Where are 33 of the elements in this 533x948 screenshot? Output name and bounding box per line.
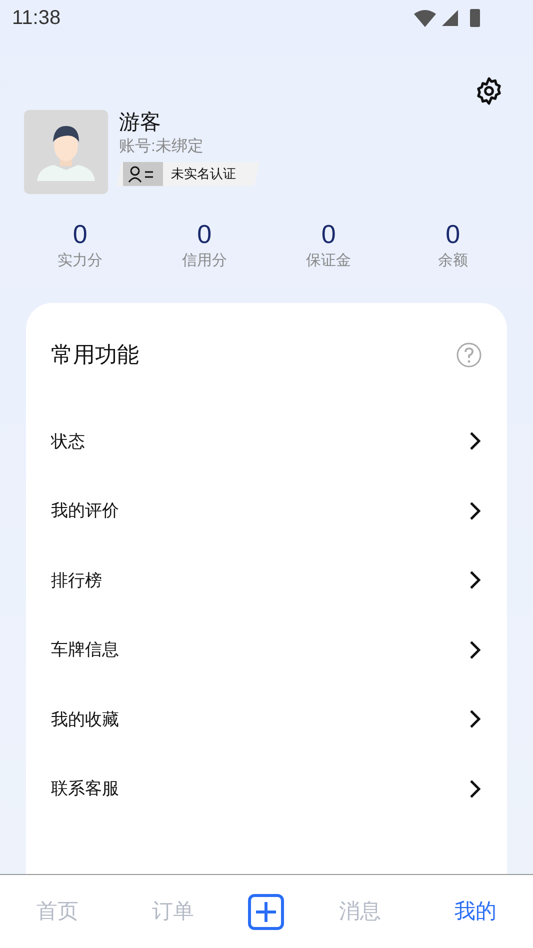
stat-value: 0 <box>72 218 88 250</box>
section-title: 常用功能 <box>51 341 139 369</box>
add-icon[interactable] <box>248 894 284 930</box>
menu-item[interactable]: 车牌信息 <box>26 615 507 684</box>
status-time: 11:38 <box>12 6 61 31</box>
stat-value: 0 <box>446 218 460 250</box>
battery-icon <box>469 8 481 28</box>
stat-value: 0 <box>321 218 336 250</box>
stat-label: 余额 <box>438 251 468 271</box>
menu-item[interactable]: 状态 <box>26 406 507 476</box>
chevron-icon <box>469 570 481 590</box>
chevron-icon <box>469 500 481 521</box>
user-name: 游客 <box>119 110 162 136</box>
menu-item[interactable]: 我的评价 <box>26 476 507 546</box>
stat-value: 0 <box>197 218 212 250</box>
menu-item[interactable]: 联系客服 <box>26 754 507 824</box>
verification-label: 未实名认证 <box>171 165 236 184</box>
help-icon[interactable] <box>456 342 482 368</box>
verification-badge[interactable]: 未实名认证 <box>116 162 260 186</box>
menu-item[interactable]: 排行榜 <box>26 546 507 615</box>
stat-label: 实力分 <box>58 251 103 271</box>
chevron-icon <box>469 778 481 799</box>
wifi-icon <box>413 8 437 28</box>
nav-tab[interactable]: 我的 <box>435 896 516 928</box>
chevron-icon <box>469 709 481 730</box>
chevron-icon <box>469 640 481 660</box>
account-status: 账号:未绑定 <box>119 136 204 157</box>
chevron-icon <box>469 431 481 452</box>
signal-icon <box>441 9 459 27</box>
stat-label: 保证金 <box>306 251 352 271</box>
stat-label: 信用分 <box>182 251 227 271</box>
settings-icon[interactable] <box>474 76 504 106</box>
menu-item[interactable]: 我的收藏 <box>26 684 507 754</box>
